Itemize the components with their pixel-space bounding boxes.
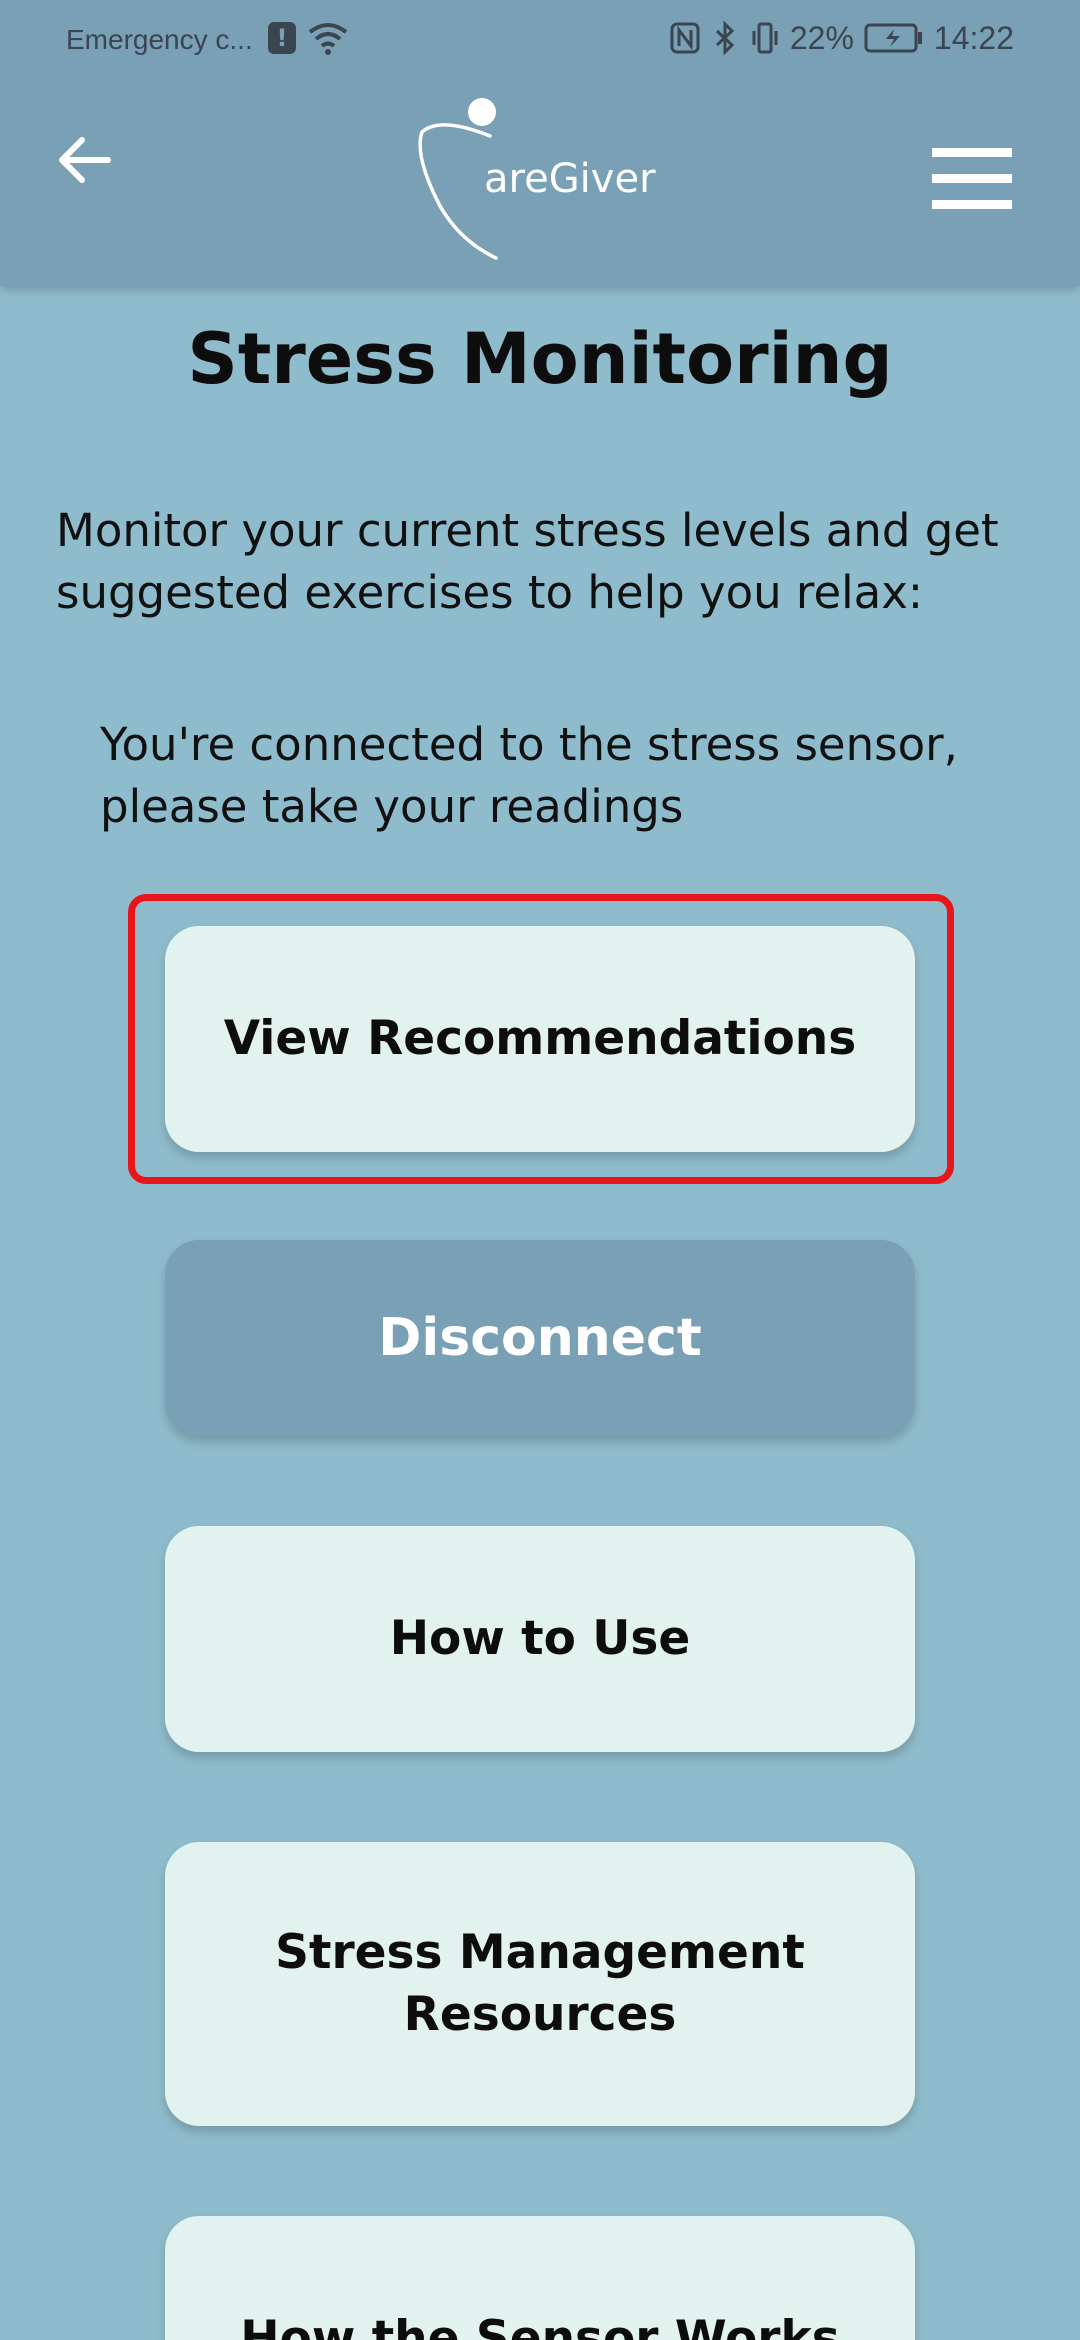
view-recommendations-button[interactable]: View Recommendations	[165, 926, 915, 1152]
app-header: Emergency c... ! 22% 14:22 areGiver	[0, 0, 1080, 286]
how-sensor-works-button[interactable]: How the Sensor Works	[165, 2216, 915, 2340]
intro-text: Monitor your current stress levels and g…	[56, 504, 999, 619]
battery-charging-icon	[864, 23, 922, 53]
alert-icon: !	[268, 22, 296, 54]
connection-status-text: You're connected to the stress sensor, p…	[100, 718, 958, 833]
app-screen: Emergency c... ! 22% 14:22 areGiver Stre…	[0, 0, 1080, 2340]
hamburger-menu-icon[interactable]	[932, 148, 1012, 210]
status-bar: Emergency c... ! 22% 14:22	[0, 0, 1080, 80]
clock: 14:22	[933, 19, 1014, 56]
carrier-label: Emergency c...	[66, 24, 253, 55]
page-title: Stress Monitoring	[187, 318, 893, 400]
disconnect-button[interactable]: Disconnect	[165, 1240, 915, 1436]
vibrate-icon	[752, 22, 778, 54]
back-arrow-icon[interactable]	[52, 128, 116, 192]
battery-percent: 22%	[789, 19, 854, 56]
wifi-icon	[308, 23, 348, 55]
how-to-use-button[interactable]: How to Use	[165, 1526, 915, 1752]
nfc-icon	[670, 22, 700, 54]
logo-text: areGiver	[484, 156, 656, 202]
stress-resources-button[interactable]: Stress Management Resources	[165, 1842, 915, 2126]
bluetooth-icon	[715, 21, 735, 55]
